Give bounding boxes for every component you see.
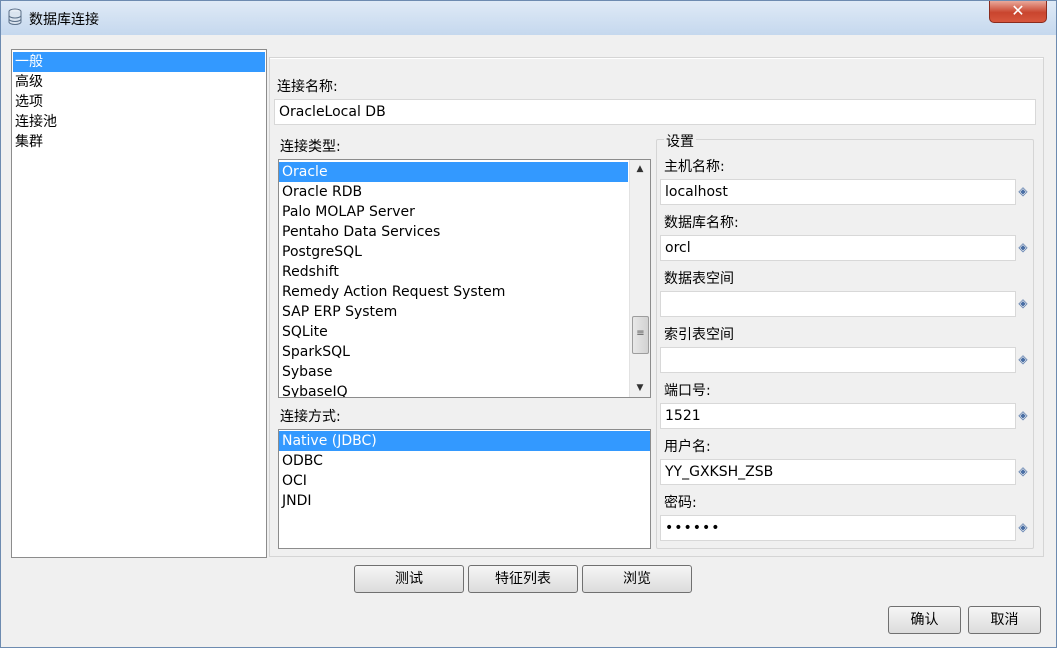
database-name-label: 数据库名称: <box>664 215 739 231</box>
username-input[interactable]: YY_GXKSH_ZSB <box>660 459 1016 485</box>
close-icon: ✕ <box>1011 1 1025 20</box>
nav-item-general[interactable]: 一般 <box>13 52 265 72</box>
scroll-down-arrow-icon[interactable]: ▼ <box>630 379 650 397</box>
test-button[interactable]: 测试 <box>354 565 464 593</box>
connection-name-input[interactable]: OracleLocal DB <box>274 99 1036 125</box>
variable-diamond-icon[interactable]: ◈ <box>1016 296 1030 310</box>
port-label: 端口号: <box>664 383 711 399</box>
password-label: 密码: <box>664 495 697 511</box>
variable-diamond-icon[interactable]: ◈ <box>1016 520 1030 534</box>
index-tablespace-input[interactable] <box>660 347 1016 373</box>
host-label: 主机名称: <box>664 159 725 175</box>
connection-type-item[interactable]: Palo MOLAP Server <box>279 202 650 222</box>
connection-type-item[interactable]: SQLite <box>279 322 650 342</box>
database-name-input[interactable]: orcl <box>660 235 1016 261</box>
connection-type-item[interactable]: Remedy Action Request System <box>279 282 650 302</box>
database-connection-dialog: 数据库连接 ✕ 一般 高级 选项 连接池 集群 连接名称: OracleLoca… <box>0 0 1057 648</box>
connection-type-scrollbar[interactable]: ▲ ≡ ▼ <box>629 160 650 397</box>
password-input[interactable]: •••••• <box>660 515 1016 541</box>
settings-nav-list: 一般 高级 选项 连接池 集群 <box>11 49 267 558</box>
variable-diamond-icon[interactable]: ◈ <box>1016 464 1030 478</box>
connection-type-item[interactable]: Pentaho Data Services <box>279 222 650 242</box>
variable-diamond-icon[interactable]: ◈ <box>1016 352 1030 366</box>
connection-type-item[interactable]: SparkSQL <box>279 342 650 362</box>
browse-button[interactable]: 浏览 <box>582 565 692 593</box>
index-tablespace-label: 索引表空间 <box>664 327 734 343</box>
close-button[interactable]: ✕ <box>989 1 1047 23</box>
data-tablespace-input[interactable] <box>660 291 1016 317</box>
connection-type-item[interactable]: Sybase <box>279 362 650 382</box>
settings-group-title: 设置 <box>664 131 696 151</box>
connection-type-item[interactable]: Oracle <box>279 162 628 182</box>
username-label: 用户名: <box>664 439 711 455</box>
variable-diamond-icon[interactable]: ◈ <box>1016 184 1030 198</box>
variable-diamond-icon[interactable]: ◈ <box>1016 408 1030 422</box>
connection-type-list[interactable]: Oracle Oracle RDB Palo MOLAP Server Pent… <box>278 159 651 398</box>
connection-type-item[interactable]: Oracle RDB <box>279 182 650 202</box>
connection-type-item[interactable]: Redshift <box>279 262 650 282</box>
access-method-list[interactable]: Native (JDBC) ODBC OCI JNDI <box>278 429 651 549</box>
access-method-item[interactable]: JNDI <box>279 491 650 511</box>
scroll-up-arrow-icon[interactable]: ▲ <box>630 160 650 178</box>
connection-type-label: 连接类型: <box>280 139 341 155</box>
connection-type-item[interactable]: SybaseIQ <box>279 382 650 397</box>
data-tablespace-label: 数据表空间 <box>664 271 734 287</box>
nav-item-pooling[interactable]: 连接池 <box>12 112 266 132</box>
host-input[interactable]: localhost <box>660 179 1016 205</box>
access-method-label: 连接方式: <box>280 409 341 425</box>
access-method-item[interactable]: Native (JDBC) <box>279 431 650 451</box>
nav-item-clustering[interactable]: 集群 <box>12 132 266 152</box>
port-input[interactable]: 1521 <box>660 403 1016 429</box>
scroll-thumb[interactable]: ≡ <box>632 316 649 354</box>
variable-diamond-icon[interactable]: ◈ <box>1016 240 1030 254</box>
connection-name-label: 连接名称: <box>277 79 338 95</box>
connection-type-item[interactable]: SAP ERP System <box>279 302 650 322</box>
title-bar: 数据库连接 ✕ <box>1 1 1056 35</box>
nav-item-options[interactable]: 选项 <box>12 92 266 112</box>
window-title: 数据库连接 <box>29 12 99 28</box>
connection-type-item[interactable]: PostgreSQL <box>279 242 650 262</box>
feature-list-button[interactable]: 特征列表 <box>468 565 578 593</box>
ok-button[interactable]: 确认 <box>888 606 961 634</box>
cancel-button[interactable]: 取消 <box>968 606 1041 634</box>
access-method-item[interactable]: ODBC <box>279 451 650 471</box>
database-icon <box>8 8 22 25</box>
access-method-item[interactable]: OCI <box>279 471 650 491</box>
nav-item-advanced[interactable]: 高级 <box>12 72 266 92</box>
